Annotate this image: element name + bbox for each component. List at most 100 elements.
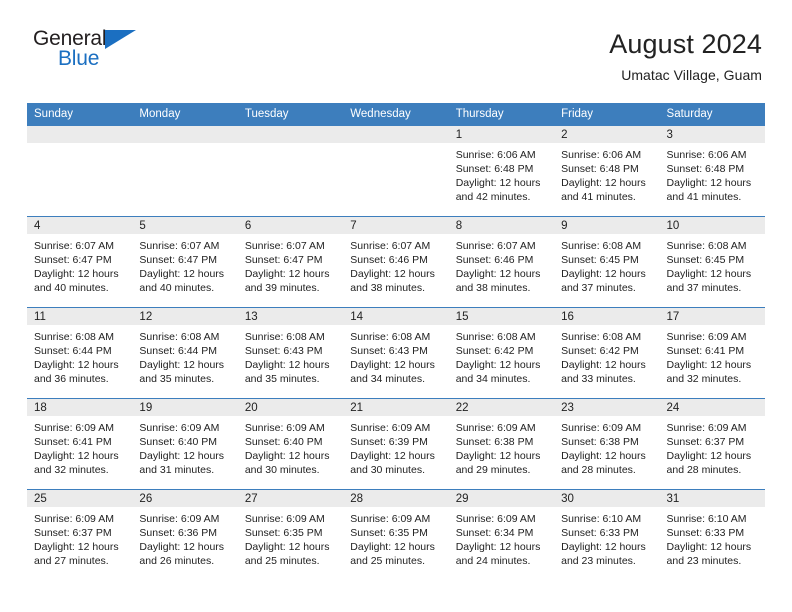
day-detail-line: Daylight: 12 hours — [34, 359, 119, 371]
day-number: 25 — [27, 490, 133, 507]
calendar-day-cell[interactable]: 29 Sunrise: 6:09 AM Sunset: 6:34 PM Dayligh… — [448, 489, 555, 580]
day-cell-inner — [132, 126, 238, 216]
calendar-day-cell[interactable]: 12 Sunrise: 6:08 AM Sunset: 6:44 PM Dayligh… — [132, 307, 238, 399]
day-details: Sunrise: 6:07 AM Sunset: 6:46 PM Daylight:… — [343, 234, 448, 295]
weekday-header-wednesday: Wednesday — [343, 103, 449, 126]
day-number: 15 — [448, 308, 555, 325]
day-detail-line: Sunrise: 6:08 AM — [666, 240, 747, 252]
day-number: 14 — [343, 308, 449, 325]
day-detail-line: Sunrise: 6:09 AM — [666, 422, 747, 434]
calendar-day-cell[interactable]: 30 Sunrise: 6:10 AM Sunset: 6:33 PM Dayligh… — [554, 489, 660, 580]
calendar-day-cell[interactable]: 18 Sunrise: 6:09 AM Sunset: 6:41 PM Dayligh… — [27, 398, 133, 490]
calendar-day-cell[interactable]: 11 Sunrise: 6:08 AM Sunset: 6:44 PM Dayligh… — [27, 307, 133, 399]
day-detail-line: and 24 minutes. — [455, 555, 531, 567]
day-detail-line: Sunrise: 6:06 AM — [666, 149, 747, 161]
day-number — [343, 126, 449, 143]
day-number: 28 — [343, 490, 449, 507]
calendar-day-cell[interactable]: 2 Sunrise: 6:06 AM Sunset: 6:48 PM Daylight… — [554, 126, 660, 217]
day-detail-line: and 35 minutes. — [244, 373, 320, 385]
day-detail-line: Daylight: 12 hours — [455, 268, 541, 280]
day-number: 19 — [132, 399, 238, 416]
calendar-grid: Sunday Monday Tuesday Wednesday Thursday Frid… — [27, 103, 765, 580]
calendar-day-cell[interactable]: 27 Sunrise: 6:09 AM Sunset: 6:35 PM Dayligh… — [237, 489, 344, 580]
calendar-day-cell[interactable]: 8 Sunrise: 6:07 AM Sunset: 6:46 PM Daylight… — [448, 216, 555, 308]
calendar-day-cell[interactable]: 22 Sunrise: 6:09 AM Sunset: 6:38 PM Dayligh… — [448, 398, 555, 490]
day-details: Sunrise: 6:09 AM Sunset: 6:36 PM Daylight:… — [132, 507, 237, 568]
day-detail-line: and 28 minutes. — [666, 464, 742, 476]
calendar-day-cell[interactable]: 26 Sunrise: 6:09 AM Sunset: 6:36 PM Dayligh… — [132, 489, 238, 580]
calendar-day-cell[interactable]: 7 Sunrise: 6:07 AM Sunset: 6:46 PM Daylight… — [343, 216, 449, 308]
day-details: Sunrise: 6:08 AM Sunset: 6:42 PM Daylight:… — [449, 325, 554, 386]
calendar-day-cell[interactable]: 4 Sunrise: 6:07 AM Sunset: 6:47 PM Daylight… — [27, 216, 133, 308]
calendar-day-cell[interactable]: 20 Sunrise: 6:09 AM Sunset: 6:40 PM Dayligh… — [237, 398, 344, 490]
calendar-day-cell[interactable]: 9 Sunrise: 6:08 AM Sunset: 6:45 PM Daylight… — [554, 216, 660, 308]
day-detail-line: and 29 minutes. — [455, 464, 531, 476]
day-number: 9 — [554, 217, 660, 234]
day-number — [237, 126, 344, 143]
day-detail-line: and 42 minutes. — [455, 191, 531, 203]
calendar-day-cell[interactable]: 25 Sunrise: 6:09 AM Sunset: 6:37 PM Dayligh… — [27, 489, 133, 580]
day-cell-inner: 1 Sunrise: 6:06 AM Sunset: 6:48 PM Daylight… — [448, 126, 555, 216]
calendar-day-cell[interactable]: 6 Sunrise: 6:07 AM Sunset: 6:47 PM Daylight… — [237, 216, 344, 308]
day-detail-line: Sunset: 6:41 PM — [666, 345, 745, 357]
day-detail-line: Sunset: 6:38 PM — [455, 436, 534, 448]
day-cell-inner: 9 Sunrise: 6:08 AM Sunset: 6:45 PM Daylight… — [554, 217, 660, 307]
calendar-day-cell[interactable]: 19 Sunrise: 6:09 AM Sunset: 6:40 PM Dayligh… — [132, 398, 238, 490]
day-number: 20 — [237, 399, 344, 416]
day-detail-line: and 37 minutes. — [666, 282, 742, 294]
day-detail-line: Sunset: 6:33 PM — [561, 527, 639, 539]
day-detail-line: Daylight: 12 hours — [561, 268, 646, 280]
day-detail-line: Sunrise: 6:10 AM — [666, 513, 747, 525]
calendar-day-cell[interactable]: 24 Sunrise: 6:09 AM Sunset: 6:37 PM Dayligh… — [659, 398, 765, 490]
day-details: Sunrise: 6:09 AM Sunset: 6:37 PM Daylight:… — [27, 507, 132, 568]
day-cell-inner: 7 Sunrise: 6:07 AM Sunset: 6:46 PM Daylight… — [343, 217, 449, 307]
day-details: Sunrise: 6:08 AM Sunset: 6:44 PM Daylight:… — [132, 325, 237, 386]
day-detail-line: Sunrise: 6:08 AM — [244, 331, 325, 343]
day-detail-line: Daylight: 12 hours — [244, 541, 330, 553]
calendar-day-cell[interactable]: 15 Sunrise: 6:08 AM Sunset: 6:42 PM Dayligh… — [448, 307, 555, 399]
day-detail-line: and 37 minutes. — [561, 282, 636, 294]
day-details: Sunrise: 6:08 AM Sunset: 6:45 PM Daylight:… — [554, 234, 659, 295]
day-details: Sunrise: 6:09 AM Sunset: 6:35 PM Daylight:… — [343, 507, 448, 568]
day-number: 10 — [659, 217, 765, 234]
day-cell-inner: 8 Sunrise: 6:07 AM Sunset: 6:46 PM Daylight… — [448, 217, 555, 307]
day-detail-line: Daylight: 12 hours — [561, 359, 646, 371]
day-details: Sunrise: 6:06 AM Sunset: 6:48 PM Daylight:… — [554, 143, 659, 204]
calendar-empty-cell — [27, 126, 133, 217]
calendar-day-cell[interactable]: 14 Sunrise: 6:08 AM Sunset: 6:43 PM Dayligh… — [343, 307, 449, 399]
day-details — [27, 143, 132, 148]
day-detail-line: and 36 minutes. — [34, 373, 109, 385]
day-details: Sunrise: 6:09 AM Sunset: 6:38 PM Daylight:… — [554, 416, 659, 477]
calendar-empty-cell — [237, 126, 344, 217]
calendar-day-cell[interactable]: 23 Sunrise: 6:09 AM Sunset: 6:38 PM Dayligh… — [554, 398, 660, 490]
calendar-day-cell[interactable]: 3 Sunrise: 6:06 AM Sunset: 6:48 PM Daylight… — [659, 126, 765, 217]
calendar-day-cell[interactable]: 10 Sunrise: 6:08 AM Sunset: 6:45 PM Dayligh… — [659, 216, 765, 308]
calendar-day-cell[interactable]: 28 Sunrise: 6:09 AM Sunset: 6:35 PM Dayligh… — [343, 489, 449, 580]
calendar-day-cell[interactable]: 17 Sunrise: 6:09 AM Sunset: 6:41 PM Dayligh… — [659, 307, 765, 399]
calendar-day-cell[interactable]: 21 Sunrise: 6:09 AM Sunset: 6:39 PM Dayligh… — [343, 398, 449, 490]
calendar-day-cell[interactable]: 5 Sunrise: 6:07 AM Sunset: 6:47 PM Daylight… — [132, 216, 238, 308]
day-detail-line: Sunset: 6:47 PM — [244, 254, 323, 266]
day-details: Sunrise: 6:09 AM Sunset: 6:35 PM Daylight:… — [238, 507, 343, 568]
day-details: Sunrise: 6:08 AM Sunset: 6:43 PM Daylight:… — [238, 325, 343, 386]
calendar-day-cell[interactable]: 31 Sunrise: 6:10 AM Sunset: 6:33 PM Dayligh… — [659, 489, 765, 580]
day-detail-line: Sunrise: 6:09 AM — [34, 422, 114, 434]
weekday-header-sunday: Sunday — [27, 103, 133, 126]
day-detail-line: Daylight: 12 hours — [455, 541, 541, 553]
day-number: 7 — [343, 217, 449, 234]
calendar-day-cell[interactable]: 13 Sunrise: 6:08 AM Sunset: 6:43 PM Dayligh… — [237, 307, 344, 399]
day-detail-line: and 32 minutes. — [666, 373, 742, 385]
day-details: Sunrise: 6:09 AM Sunset: 6:40 PM Daylight:… — [238, 416, 343, 477]
day-detail-line: Sunset: 6:43 PM — [350, 345, 428, 357]
day-detail-line: and 23 minutes. — [561, 555, 636, 567]
calendar-day-cell[interactable]: 1 Sunrise: 6:06 AM Sunset: 6:48 PM Daylight… — [448, 126, 555, 217]
general-blue-logo[interactable]: General Blue — [33, 28, 145, 74]
day-number: 3 — [659, 126, 765, 143]
calendar-day-cell[interactable]: 16 Sunrise: 6:08 AM Sunset: 6:42 PM Dayligh… — [554, 307, 660, 399]
day-detail-line: Daylight: 12 hours — [455, 177, 541, 189]
day-details: Sunrise: 6:10 AM Sunset: 6:33 PM Daylight:… — [660, 507, 765, 568]
day-detail-line: Sunset: 6:35 PM — [244, 527, 323, 539]
day-number: 12 — [132, 308, 238, 325]
day-details: Sunrise: 6:06 AM Sunset: 6:48 PM Daylight:… — [449, 143, 554, 204]
day-detail-line: Sunrise: 6:07 AM — [244, 240, 325, 252]
